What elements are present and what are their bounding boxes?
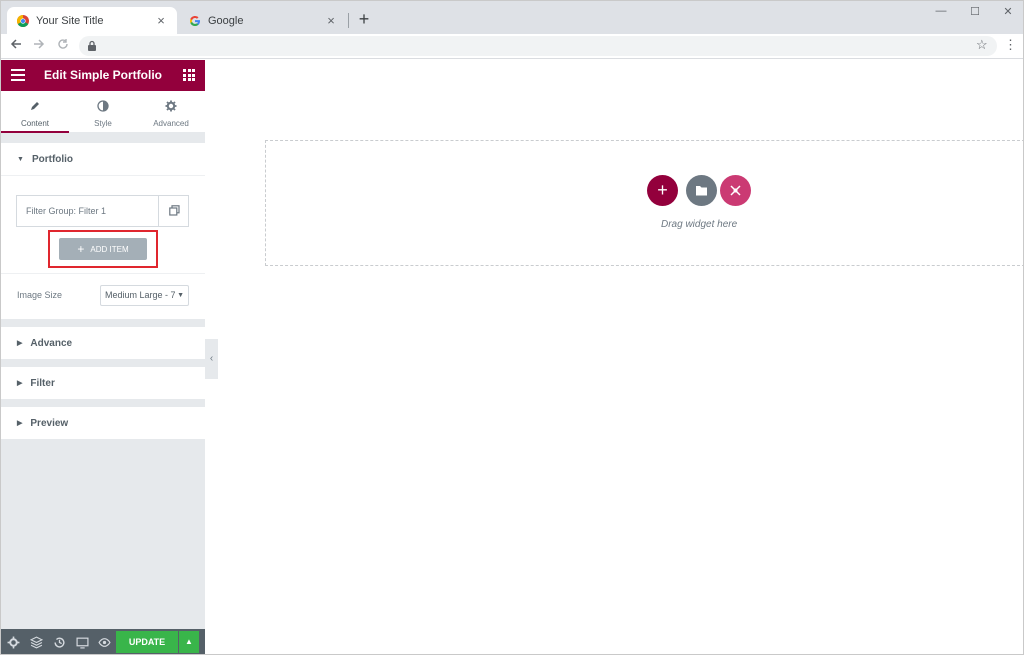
browser-toolbar: ☆ ⋮ bbox=[1, 34, 1023, 59]
panel-footer: UPDATE ▲ bbox=[1, 629, 205, 654]
widget-drop-zone[interactable] bbox=[265, 140, 1023, 266]
panel-tabs: Content Style Advanced bbox=[1, 91, 205, 133]
tab-advanced[interactable]: Advanced bbox=[137, 91, 205, 133]
tab-google[interactable]: Google × bbox=[179, 7, 347, 34]
divider bbox=[1, 273, 205, 274]
section-portfolio-header[interactable]: ▼ Portfolio bbox=[1, 143, 205, 175]
google-icon bbox=[189, 15, 201, 27]
contrast-icon bbox=[97, 100, 109, 112]
forward-arrow-icon[interactable] bbox=[30, 37, 48, 55]
panel-title: Edit Simple Portfolio bbox=[43, 68, 162, 82]
editor-panel: Edit Simple Portfolio Content Style Adva… bbox=[1, 60, 205, 654]
eye-icon[interactable] bbox=[98, 636, 111, 649]
minimize-icon[interactable]: — bbox=[929, 5, 953, 21]
duplicate-icon[interactable] bbox=[158, 196, 189, 226]
section-preview[interactable]: ▶ Preview bbox=[1, 407, 205, 439]
caret-right-icon: ▶ bbox=[17, 380, 23, 387]
reload-icon[interactable] bbox=[54, 37, 72, 55]
drag-widget-hint: Drag widget here bbox=[661, 219, 738, 230]
folder-icon bbox=[696, 186, 707, 196]
add-item-label: ADD ITEM bbox=[90, 245, 129, 254]
section-title: Advance bbox=[30, 337, 73, 349]
caret-right-icon: ▶ bbox=[17, 340, 23, 347]
repeater-item-title[interactable]: Filter Group: Filter 1 bbox=[17, 196, 158, 226]
gear-icon bbox=[165, 100, 177, 112]
tab-your-site-title[interactable]: Your Site Title × bbox=[7, 7, 177, 34]
pencil-icon bbox=[31, 102, 39, 110]
plus-icon: + bbox=[77, 242, 85, 256]
maximize-icon[interactable]: ☐ bbox=[963, 5, 987, 21]
tab-style-label: Style bbox=[94, 119, 112, 128]
add-template-button[interactable] bbox=[686, 175, 717, 206]
tab-title: Your Site Title bbox=[36, 14, 104, 27]
browser-window: Your Site Title × Google × + — ☐ ✕ ☆ ⋮ E… bbox=[0, 0, 1024, 655]
close-tab-icon[interactable]: × bbox=[325, 14, 337, 27]
section-filter[interactable]: ▶ Filter bbox=[1, 367, 205, 399]
history-icon[interactable] bbox=[53, 636, 66, 649]
responsive-icon[interactable] bbox=[76, 636, 89, 649]
chevron-down-icon: ▼ bbox=[175, 286, 184, 305]
lock-icon bbox=[88, 40, 96, 51]
add-section-button[interactable]: + bbox=[647, 175, 678, 206]
browser-menu-icon[interactable]: ⋮ bbox=[1004, 37, 1017, 53]
caret-up-icon[interactable]: ▲ bbox=[179, 631, 199, 653]
back-arrow-icon[interactable] bbox=[7, 37, 25, 55]
close-window-icon[interactable]: ✕ bbox=[996, 5, 1020, 21]
layers-icon[interactable] bbox=[30, 636, 43, 649]
chrome-icon bbox=[16, 14, 29, 27]
collapse-panel-handle[interactable]: ‹ bbox=[205, 339, 218, 379]
image-size-select[interactable]: Medium Large - 7 ▼ bbox=[100, 285, 189, 306]
close-tab-icon[interactable]: × bbox=[155, 14, 167, 27]
tab-content-label: Content bbox=[20, 119, 50, 128]
tab-separator bbox=[348, 13, 349, 28]
divider bbox=[1, 175, 205, 176]
caret-right-icon: ▶ bbox=[17, 420, 23, 427]
panel-header: Edit Simple Portfolio bbox=[1, 60, 205, 91]
section-title: Filter bbox=[30, 377, 55, 389]
widgets-grid-icon[interactable] bbox=[183, 69, 195, 81]
image-size-value: Medium Large - 7 bbox=[105, 290, 176, 300]
bookmark-star-icon[interactable]: ☆ bbox=[976, 37, 988, 53]
tab-style[interactable]: Style bbox=[69, 91, 137, 133]
tab-strip: Your Site Title × Google × + — ☐ ✕ bbox=[1, 1, 1023, 34]
repeater-item: Filter Group: Filter 1 bbox=[16, 195, 189, 227]
caret-down-icon: ▼ bbox=[17, 155, 24, 163]
new-tab-button[interactable]: + bbox=[353, 9, 375, 31]
elementskit-icon bbox=[730, 185, 741, 196]
tab-content[interactable]: Content bbox=[1, 91, 69, 133]
address-bar[interactable] bbox=[79, 36, 997, 56]
tab-title: Google bbox=[208, 14, 244, 27]
section-title: Portfolio bbox=[31, 153, 74, 165]
image-size-label: Image Size bbox=[17, 290, 63, 300]
add-item-button[interactable]: + ADD ITEM bbox=[59, 238, 147, 260]
section-advance[interactable]: ▶ Advance bbox=[1, 327, 205, 359]
update-button[interactable]: UPDATE bbox=[116, 631, 178, 653]
settings-icon[interactable] bbox=[7, 636, 20, 649]
elementskit-button[interactable] bbox=[720, 175, 751, 206]
tab-advanced-label: Advanced bbox=[153, 119, 189, 128]
section-title: Preview bbox=[30, 417, 69, 429]
